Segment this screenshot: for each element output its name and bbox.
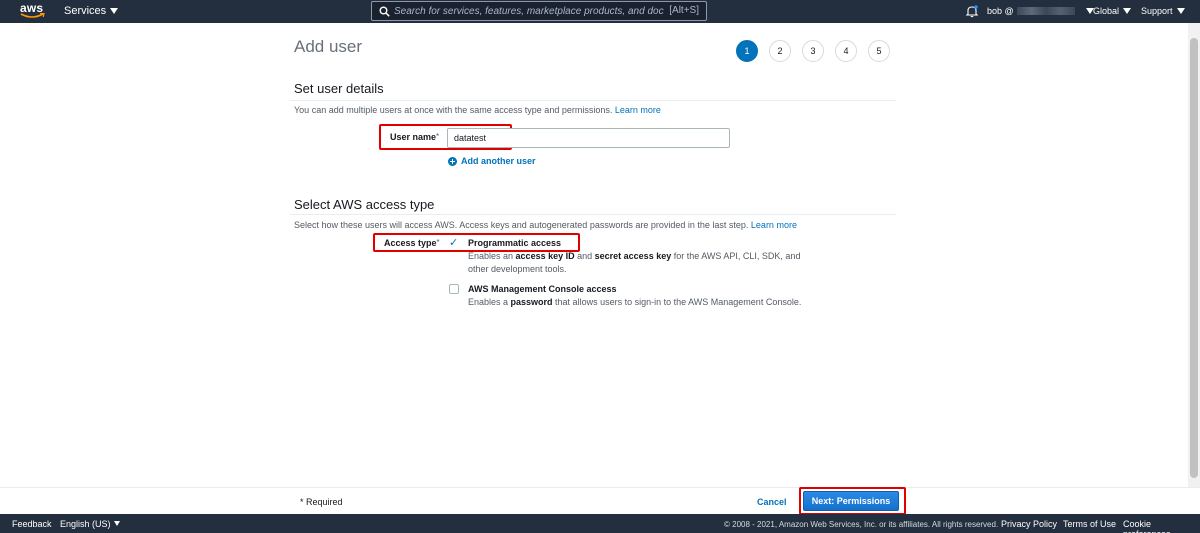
caret-down-icon xyxy=(110,8,119,14)
step-1[interactable]: 1 xyxy=(736,40,758,62)
feedback-link[interactable]: Feedback xyxy=(12,519,52,529)
step-2[interactable]: 2 xyxy=(769,40,791,62)
learn-more-link[interactable]: Learn more xyxy=(751,220,797,230)
console-access-description: Enables a password that allows users to … xyxy=(468,296,801,309)
desc-bold: secret access key xyxy=(594,251,672,261)
page-title: Add user xyxy=(294,37,363,56)
username-label: User name* xyxy=(390,132,439,142)
desc-bold: access key ID xyxy=(515,251,575,261)
user-details-description-text: You can add multiple users at once with … xyxy=(294,105,613,115)
redacted-account-id xyxy=(1016,7,1075,15)
action-bar xyxy=(0,487,1200,514)
step-4[interactable]: 4 xyxy=(835,40,857,62)
footer-bar: Feedback English (US) © 2008 - 2021, Ama… xyxy=(0,514,1200,533)
services-label: Services xyxy=(64,5,107,17)
console-access-title: AWS Management Console access xyxy=(468,284,617,294)
plus-circle-icon xyxy=(448,156,457,166)
access-type-description-text: Select how these users will access AWS. … xyxy=(294,220,749,230)
programmatic-access-title: Programmatic access xyxy=(468,238,562,248)
top-nav: aws Services [Alt+S] bob @ Global Suppor… xyxy=(0,0,1200,23)
step-5[interactable]: 5 xyxy=(868,40,890,62)
search-icon xyxy=(379,6,390,17)
username-label-text: User name xyxy=(390,132,437,142)
access-type-label: Access type* xyxy=(384,238,440,248)
wizard-steps: 1 2 3 4 5 xyxy=(736,40,890,62)
search-input[interactable] xyxy=(394,3,664,19)
search-bar[interactable]: [Alt+S] xyxy=(371,1,707,21)
programmatic-access-description: Enables an access key ID and secret acce… xyxy=(468,250,800,276)
user-details-description: You can add multiple users at once with … xyxy=(294,105,661,115)
desc-text: that allows users to sign-in to the AWS … xyxy=(552,297,802,307)
access-type-label-text: Access type xyxy=(384,238,437,248)
required-note: * Required xyxy=(300,497,343,507)
desc-bold: password xyxy=(510,297,553,307)
services-menu-button[interactable]: Services xyxy=(64,5,119,17)
caret-down-icon xyxy=(1176,8,1185,14)
access-type-heading: Select AWS access type xyxy=(294,197,435,212)
support-label: Support xyxy=(1141,6,1173,16)
vertical-scrollbar[interactable] xyxy=(1188,23,1200,487)
console-access-checkbox[interactable] xyxy=(449,284,459,294)
programmatic-access-checkbox[interactable] xyxy=(449,236,459,249)
desc-text: and xyxy=(574,251,595,261)
region-label: Global xyxy=(1093,6,1120,16)
caret-down-icon xyxy=(1123,8,1132,14)
terms-of-use-link[interactable]: Terms of Use xyxy=(1063,519,1116,529)
aws-logo[interactable]: aws xyxy=(20,2,50,21)
required-marker: * xyxy=(436,238,440,247)
cookie-preferences-link[interactable]: Cookie preferences xyxy=(1123,519,1200,533)
access-type-description: Select how these users will access AWS. … xyxy=(294,220,797,230)
add-another-user-label: Add another user xyxy=(461,156,536,166)
language-selector[interactable]: English (US) xyxy=(60,519,120,529)
username-input[interactable] xyxy=(447,128,730,148)
cancel-button[interactable]: Cancel xyxy=(757,497,787,507)
desc-text: other development tools. xyxy=(468,264,567,274)
caret-down-icon xyxy=(113,521,120,526)
desc-text: for the AWS API, CLI, SDK, and xyxy=(671,251,801,261)
account-label: bob @ xyxy=(987,6,1014,16)
divider xyxy=(290,214,896,215)
next-permissions-button[interactable]: Next: Permissions xyxy=(803,491,899,511)
required-marker: * xyxy=(436,132,440,141)
scrollbar-thumb[interactable] xyxy=(1190,38,1198,478)
step-3[interactable]: 3 xyxy=(802,40,824,62)
user-details-heading: Set user details xyxy=(294,81,384,96)
learn-more-link[interactable]: Learn more xyxy=(615,105,661,115)
language-label: English (US) xyxy=(60,519,111,529)
bell-icon[interactable] xyxy=(965,4,979,18)
search-shortcut-hint: [Alt+S] xyxy=(669,5,699,16)
add-another-user-button[interactable]: Add another user xyxy=(448,156,536,166)
support-menu-button[interactable]: Support xyxy=(1141,6,1185,16)
copyright-text: © 2008 - 2021, Amazon Web Services, Inc.… xyxy=(724,520,999,529)
desc-text: Enables an xyxy=(468,251,516,261)
privacy-policy-link[interactable]: Privacy Policy xyxy=(1001,519,1057,529)
divider xyxy=(290,100,896,101)
region-menu-button[interactable]: Global xyxy=(1093,6,1132,16)
account-menu-button[interactable]: bob @ xyxy=(987,6,1094,16)
desc-text: Enables a xyxy=(468,297,511,307)
